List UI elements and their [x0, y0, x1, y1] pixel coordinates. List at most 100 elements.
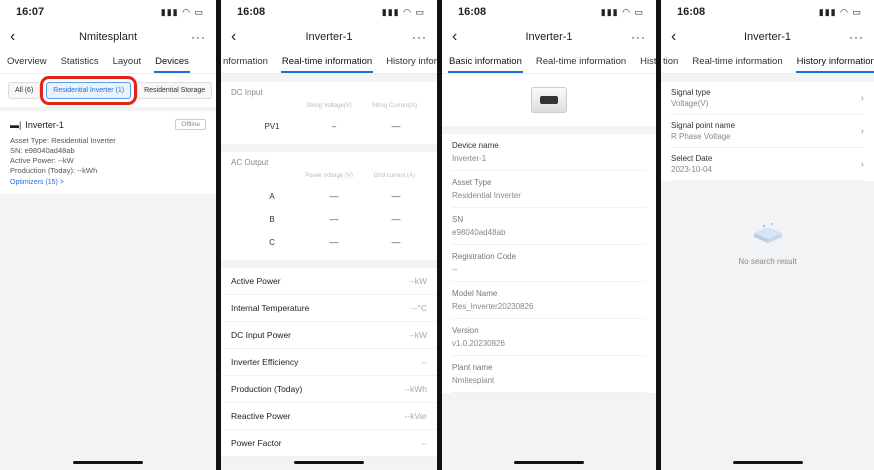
list-item: Plant name Nmitesplant — [452, 356, 646, 393]
field-value: Residential Inverter — [452, 191, 521, 200]
status-bar: 16:08 ▮▮▮ ◠ ▭ — [442, 0, 656, 24]
plant-tabs: Overview Statistics Layout Devices — [0, 50, 216, 74]
filter-all[interactable]: All (6) — [8, 82, 41, 99]
back-icon[interactable]: ‹ — [10, 28, 30, 46]
row-value: –– — [329, 192, 339, 201]
dc-column-headers: String Voltage(V) String Current(A) — [231, 103, 427, 109]
more-icon[interactable]: ··· — [186, 30, 206, 44]
device-card[interactable]: ▬| Inverter-1 Offline Asset Type: Reside… — [0, 111, 216, 194]
optimizers-link[interactable]: Optimizers (15) > — [10, 179, 206, 186]
more-icon[interactable]: ··· — [844, 30, 864, 44]
row-value: –– — [329, 238, 339, 247]
back-icon[interactable]: ‹ — [671, 28, 691, 46]
list-item: Device name Inverter-1 — [452, 134, 646, 171]
field-label: Signal type — [671, 88, 711, 97]
more-icon[interactable]: ··· — [626, 30, 646, 44]
home-indicator — [732, 461, 803, 464]
nav-bar: ‹ Inverter-1 ··· — [442, 24, 656, 50]
list-item: Registration Code -- — [452, 245, 646, 282]
device-sn: SN: e98040ad48ab — [10, 146, 75, 155]
basic-info-screen: 16:08 ▮▮▮ ◠ ▭ ‹ Inverter-1 ··· Basic inf… — [442, 0, 656, 470]
list-item: Reactive Power --kVar — [221, 403, 437, 430]
tab-devices[interactable]: Devices — [148, 56, 196, 73]
list-item: SN e98040ad48ab — [452, 208, 646, 245]
metric-label: Power Factor — [231, 438, 282, 448]
device-image — [442, 74, 656, 134]
tab-history-information[interactable]: Histo — [633, 56, 656, 73]
history-screen: 16:08 ▮▮▮ ◠ ▭ ‹ Inverter-1 ··· tion Real… — [661, 0, 874, 470]
dc-input-section: DC Input String Voltage(V) String Curren… — [221, 82, 437, 144]
field-label: Device name — [452, 141, 499, 150]
inverter-tabs: nformation Real-time information History… — [221, 50, 437, 74]
tab-realtime-information[interactable]: Real-time information — [275, 56, 379, 73]
screenshot-strip: 16:07 ▮▮▮ ◠ ▭ ‹ Nmitesplant ··· Overview… — [0, 0, 874, 470]
inverter-icon: ▬| — [10, 119, 22, 130]
field-value: e98040ad48ab — [452, 228, 506, 237]
status-bar: 16:08 ▮▮▮ ◠ ▭ — [221, 0, 437, 24]
row-value: –– — [391, 238, 401, 247]
table-row: B –– –– — [231, 208, 427, 231]
page-title: Inverter-1 — [525, 31, 573, 43]
empty-state-text: No search result — [738, 257, 797, 266]
ac-column-headers: Power voltage (V) Grid current (A) — [231, 173, 427, 179]
list-item: Inverter Efficiency -- — [221, 349, 437, 376]
nav-bar: ‹ Inverter-1 ··· — [221, 24, 437, 50]
device-name-row: ▬| Inverter-1 — [10, 120, 64, 130]
signal-type-selector[interactable]: Signal type Voltage(V) › — [671, 82, 864, 115]
row-value: –– — [329, 215, 339, 224]
row-label: PV1 — [264, 122, 280, 131]
history-filters: Signal type Voltage(V) › Signal point nam… — [661, 82, 874, 181]
status-time: 16:08 — [237, 6, 266, 18]
metric-value: -- — [421, 438, 427, 448]
status-time: 16:08 — [677, 6, 706, 18]
metric-label: DC Input Power — [231, 330, 291, 340]
dc-col-voltage: String Voltage(V) — [306, 103, 352, 109]
table-row: A –– –– — [231, 185, 427, 208]
more-icon[interactable]: ··· — [407, 30, 427, 44]
back-icon[interactable]: ‹ — [231, 28, 251, 46]
metric-value: --kW — [409, 330, 427, 340]
metric-value: --°C — [411, 303, 427, 313]
basic-info-list: Device name Inverter-1 Asset Type Resident… — [442, 134, 656, 393]
field-value: 2023-10-04 — [671, 165, 712, 174]
signal-wifi-battery-icon: ▮▮▮ ◠ ▭ — [600, 6, 644, 17]
tab-realtime-information[interactable]: Real-time information — [529, 56, 633, 73]
status-time: 16:08 — [458, 6, 487, 18]
field-value: Inverter-1 — [452, 154, 487, 163]
tab-basic-information[interactable]: Basic information — [442, 56, 529, 73]
tab-basic-information[interactable]: nformation — [221, 56, 275, 73]
row-value: –– — [391, 215, 401, 224]
signal-point-selector[interactable]: Signal point name R Phase Voltage › — [671, 115, 864, 148]
table-row: C –– –– — [231, 231, 427, 254]
filter-residential-storage[interactable]: Residential Storage — [137, 82, 213, 99]
list-item: Power Factor -- — [221, 430, 437, 457]
signal-wifi-battery-icon: ▮▮▮ ◠ ▭ — [818, 6, 862, 17]
metric-label: Production (Today) — [231, 384, 303, 394]
field-value: R Phase Voltage — [671, 132, 731, 141]
tab-history-information[interactable]: History inform — [379, 56, 437, 73]
tab-realtime-information[interactable]: Real-time information — [685, 56, 789, 73]
empty-state: No search result — [661, 221, 874, 266]
page-title: Inverter-1 — [743, 31, 792, 43]
tab-history-information[interactable]: History information — [790, 56, 874, 73]
date-selector[interactable]: Select Date 2023-10-04 › — [671, 148, 864, 181]
tab-basic-information[interactable]: tion — [661, 56, 685, 73]
filter-residential-inverter[interactable]: Residential Inverter (1) — [40, 76, 138, 105]
tab-statistics[interactable]: Statistics — [54, 56, 106, 73]
field-value: v1.0.20230826 — [452, 339, 505, 348]
back-icon[interactable]: ‹ — [452, 28, 472, 46]
field-label: Registration Code — [452, 252, 517, 261]
inverter-device-icon — [531, 87, 567, 113]
page-title: Nmitesplant — [78, 31, 138, 43]
status-bar: 16:08 ▮▮▮ ◠ ▭ — [661, 0, 874, 24]
chevron-right-icon: › — [860, 158, 864, 170]
tab-overview[interactable]: Overview — [0, 56, 54, 73]
page-title: Inverter-1 — [305, 31, 353, 43]
field-label: Asset Type — [452, 178, 492, 187]
field-label: Model Name — [452, 289, 498, 298]
list-item: Version v1.0.20230826 — [452, 319, 646, 356]
status-bar: 16:07 ▮▮▮ ◠ ▭ — [0, 0, 216, 24]
tab-layout[interactable]: Layout — [106, 56, 149, 73]
metric-value: --kW — [409, 276, 427, 286]
metric-label: Internal Temperature — [231, 303, 310, 313]
